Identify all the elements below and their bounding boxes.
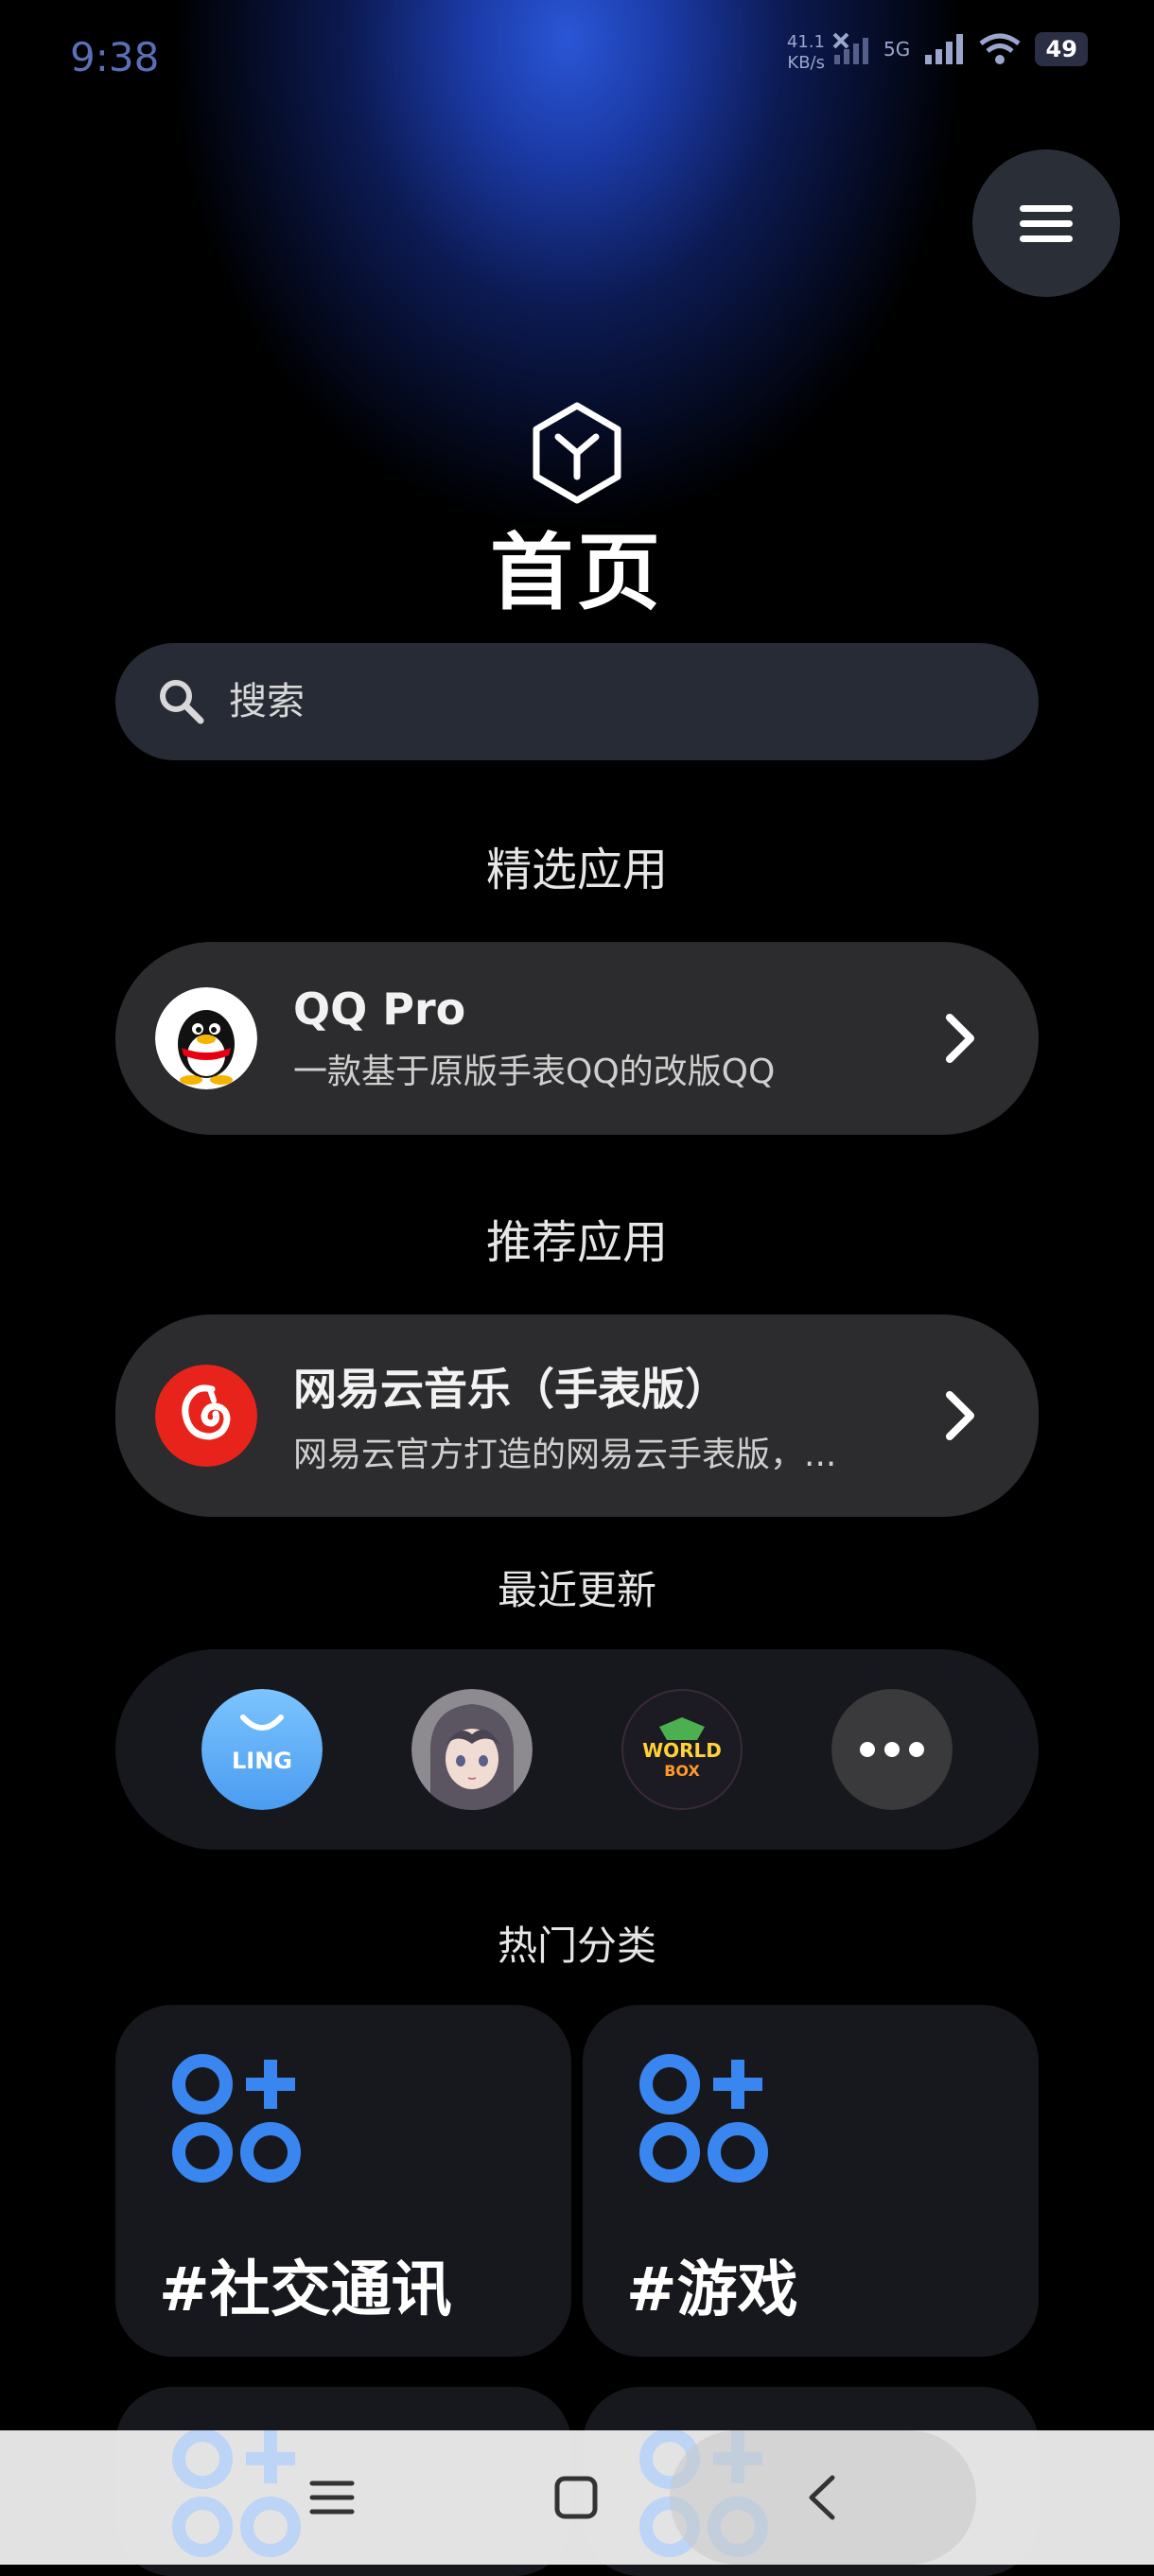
featured-app-name: QQ Pro <box>293 983 466 1035</box>
signal-off-icon <box>832 32 868 64</box>
hamburger-icon <box>1020 197 1073 251</box>
recommended-app-text: 网易云音乐（手表版） 网易云官方打造的网易云手表版，... <box>293 1355 931 1476</box>
category-label: #游戏 <box>626 2255 798 2325</box>
page-title: 首页 <box>489 524 664 621</box>
wifi-icon <box>979 33 1021 64</box>
worldbox-icon[interactable]: WORLD BOX <box>621 1689 743 1810</box>
back-icon[interactable] <box>791 2464 857 2531</box>
ling-app-icon[interactable]: LING <box>201 1689 323 1810</box>
net-speed-unit: KB/s <box>787 53 825 73</box>
svg-text:BOX: BOX <box>664 1762 700 1780</box>
category-label: #社交通讯 <box>159 2255 452 2325</box>
featured-app-text: QQ Pro 一款基于原版手表QQ的改版QQ <box>293 983 931 1093</box>
more-icon[interactable] <box>831 1689 953 1810</box>
svg-text:WORLD: WORLD <box>642 1739 722 1762</box>
net-speed: 41.1 KB/s <box>783 32 825 74</box>
status-icons: 5G 49 <box>832 32 1089 66</box>
network-type: 5G <box>883 38 911 61</box>
featured-app-description: 一款基于原版手表QQ的改版QQ <box>293 1053 776 1091</box>
search-input[interactable] <box>227 679 988 724</box>
apps-plus-icon <box>172 2430 301 2557</box>
recent-section-title: 最近更新 <box>497 1567 656 1613</box>
recommended-app-description: 网易云官方打造的网易云手表版，... <box>293 1436 837 1474</box>
anime-avatar-icon[interactable] <box>411 1689 533 1810</box>
featured-section-title: 精选应用 <box>485 844 668 896</box>
recommended-app-name: 网易云音乐（手表版） <box>293 1364 728 1415</box>
recent-apps-icon[interactable] <box>299 2464 365 2531</box>
netease-music-app-icon <box>155 1365 257 1467</box>
recommended-section-title: 推荐应用 <box>485 1216 668 1269</box>
net-speed-value: 41.1 <box>786 32 825 52</box>
home-icon[interactable] <box>543 2464 609 2531</box>
recent-updates-strip: LING WORLD BOX <box>115 1649 1039 1850</box>
system-navigation-bar <box>0 2430 1154 2565</box>
ling-label: LING <box>232 1748 292 1774</box>
store-logo-icon <box>533 402 621 504</box>
chevron-right-icon <box>946 1391 974 1440</box>
menu-button[interactable] <box>972 149 1120 297</box>
recommended-app-card[interactable]: 网易云音乐（手表版） 网易云官方打造的网易云手表版，... <box>115 1314 1039 1517</box>
featured-app-card[interactable]: QQ Pro 一款基于原版手表QQ的改版QQ <box>115 942 1039 1135</box>
apps-plus-icon <box>639 2054 768 2183</box>
signal-icon <box>925 34 964 64</box>
status-bar: 9:38 41.1 KB/s 5G 49 <box>0 19 1154 95</box>
search-icon <box>160 680 204 724</box>
search-bar[interactable] <box>115 643 1039 760</box>
category-games[interactable]: #游戏 <box>583 2005 1039 2357</box>
apps-plus-icon <box>172 2054 301 2183</box>
category-social[interactable]: #社交通讯 <box>115 2005 571 2357</box>
status-time: 9:38 <box>70 34 160 80</box>
categories-section-title: 热门分类 <box>497 1923 656 1969</box>
chevron-right-icon <box>946 1014 974 1063</box>
qq-app-icon <box>155 987 257 1089</box>
battery-indicator: 49 <box>1035 32 1089 66</box>
